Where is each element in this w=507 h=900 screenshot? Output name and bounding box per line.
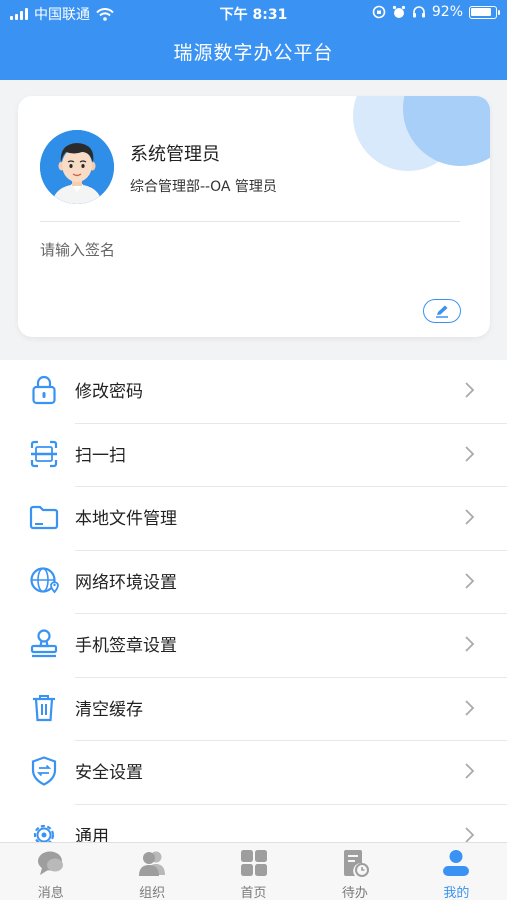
- headphones-icon: [412, 6, 425, 18]
- tab-label: 我的: [443, 886, 470, 900]
- tab-todo[interactable]: 待办: [304, 843, 405, 900]
- menu-item-change-password[interactable]: 修改密码: [0, 360, 507, 424]
- scan-icon: [30, 440, 58, 467]
- menu-item-network-settings[interactable]: 网络环境设置: [0, 551, 507, 614]
- menu-item-seal-settings[interactable]: 手机签章设置: [0, 614, 507, 678]
- folder-icon: [29, 505, 59, 530]
- user-avatar-icon: [40, 130, 114, 204]
- user-department: 综合管理部--OA 管理员: [130, 179, 277, 195]
- chevron-right-icon: [465, 699, 475, 716]
- chevron-right-icon: [465, 826, 475, 842]
- profile-card: 系统管理员 综合管理部--OA 管理员: [18, 96, 490, 337]
- menu-label: 安全设置: [75, 763, 143, 783]
- tab-messages[interactable]: 消息: [0, 843, 101, 900]
- chevron-right-icon: [465, 509, 475, 525]
- gear-icon: [33, 824, 55, 842]
- user-name: 系统管理员: [130, 144, 220, 165]
- user-icon: [443, 850, 470, 876]
- screen: 中国联通 下午 8:31 92% 瑞源数字办公平台 系统管理员 综合管理部--O…: [0, 0, 507, 900]
- contacts-icon: [139, 851, 166, 876]
- tab-home[interactable]: 首页: [203, 843, 304, 900]
- app-header: 中国联通 下午 8:31 92% 瑞源数字办公平台: [0, 0, 507, 80]
- tab-label: 组织: [139, 886, 166, 900]
- tab-organization[interactable]: 组织: [101, 843, 202, 900]
- battery-icon: [469, 5, 500, 19]
- page-title: 瑞源数字办公平台: [173, 42, 334, 64]
- tab-label: 首页: [240, 886, 267, 900]
- menu-label: 本地文件管理: [75, 509, 177, 529]
- todo-icon: [343, 850, 369, 877]
- menu-item-security-settings[interactable]: 安全设置: [0, 741, 507, 805]
- trash-icon: [33, 694, 55, 721]
- grid-icon: [240, 850, 267, 876]
- tab-mine[interactable]: 我的: [406, 843, 507, 900]
- avatar[interactable]: [40, 130, 114, 204]
- menu-label: 通用: [75, 826, 109, 843]
- menu-item-clear-cache[interactable]: 清空缓存: [0, 678, 507, 741]
- status-right: 92%: [372, 4, 500, 20]
- pencil-icon: [436, 305, 448, 318]
- orientation-lock-icon: [372, 5, 386, 19]
- chevron-right-icon: [465, 445, 475, 462]
- shield-icon: [31, 756, 57, 786]
- chevron-right-icon: [465, 636, 475, 652]
- lock-icon: [32, 375, 56, 405]
- menu-label: 手机签章设置: [75, 636, 177, 656]
- menu-label: 修改密码: [75, 382, 143, 402]
- menu-item-general[interactable]: 通用: [0, 805, 507, 843]
- divider: [40, 221, 460, 222]
- chevron-right-icon: [465, 572, 475, 589]
- globe-icon: [30, 566, 59, 593]
- chevron-right-icon: [465, 382, 475, 398]
- menu-label: 网络环境设置: [75, 572, 177, 593]
- chevron-right-icon: [465, 763, 475, 779]
- menu-item-scan[interactable]: 扫一扫: [0, 424, 507, 487]
- chat-icon: [37, 851, 63, 875]
- tab-bar: 消息 组织 首页 待办 我的: [0, 842, 507, 900]
- battery-percent: 92%: [431, 4, 463, 20]
- menu-item-local-files[interactable]: 本地文件管理: [0, 487, 507, 551]
- menu-label: 清空缓存: [75, 699, 143, 720]
- tab-label: 待办: [341, 886, 368, 900]
- settings-menu: 修改密码 扫一扫 本地文件管理 网络环境设置 手机签章设置 清空缓存 安全设置 …: [0, 360, 507, 842]
- seal-icon: [30, 629, 58, 658]
- edit-signature-button[interactable]: [423, 299, 461, 323]
- alarm-icon: [392, 5, 405, 18]
- tab-label: 消息: [37, 886, 64, 900]
- status-bar: 中国联通 下午 8:31 92%: [0, 0, 507, 26]
- menu-label: 扫一扫: [75, 445, 126, 466]
- signature-input[interactable]: [40, 241, 420, 259]
- battery-level: [471, 7, 492, 16]
